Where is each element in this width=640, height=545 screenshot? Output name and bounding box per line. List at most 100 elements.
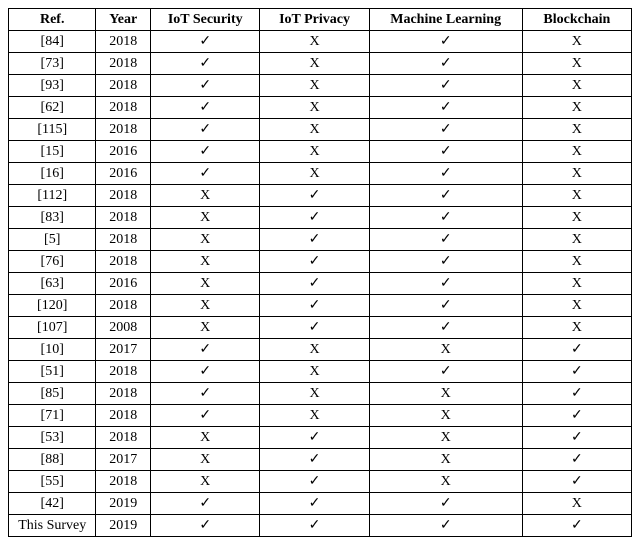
cell-year: 2018: [96, 119, 151, 141]
cell-ml: ✓: [369, 163, 522, 185]
cell-year: 2008: [96, 317, 151, 339]
cell-year: 2018: [96, 75, 151, 97]
cell-priv: ✓: [260, 185, 369, 207]
cell-sec: X: [151, 251, 260, 273]
table-row: [16]2016✓X✓X: [9, 163, 632, 185]
table-row: [85]2018✓XX✓: [9, 383, 632, 405]
cell-sec: ✓: [151, 75, 260, 97]
cell-bc: X: [522, 163, 631, 185]
cell-ml: ✓: [369, 75, 522, 97]
table-row: [107]2008X✓✓X: [9, 317, 632, 339]
table-row: [42]2019✓✓✓X: [9, 493, 632, 515]
cell-sec: ✓: [151, 361, 260, 383]
table-row: [76]2018X✓✓X: [9, 251, 632, 273]
cell-priv: ✓: [260, 449, 369, 471]
cell-year: 2018: [96, 405, 151, 427]
cell-priv: X: [260, 119, 369, 141]
cell-priv: X: [260, 97, 369, 119]
cell-ml: ✓: [369, 317, 522, 339]
cell-bc: X: [522, 75, 631, 97]
cell-sec: X: [151, 471, 260, 493]
cell-ml: ✓: [369, 493, 522, 515]
cell-priv: ✓: [260, 427, 369, 449]
cell-bc: ✓: [522, 449, 631, 471]
cell-ml: X: [369, 449, 522, 471]
cell-priv: X: [260, 53, 369, 75]
cell-sec: X: [151, 273, 260, 295]
cell-sec: ✓: [151, 383, 260, 405]
cell-priv: ✓: [260, 515, 369, 537]
cell-bc: X: [522, 295, 631, 317]
cell-priv: ✓: [260, 207, 369, 229]
cell-ml: ✓: [369, 97, 522, 119]
cell-bc: X: [522, 207, 631, 229]
cell-ref: [53]: [9, 427, 96, 449]
cell-bc: X: [522, 141, 631, 163]
cell-priv: ✓: [260, 493, 369, 515]
cell-ref: [63]: [9, 273, 96, 295]
cell-ref: [73]: [9, 53, 96, 75]
cell-priv: ✓: [260, 471, 369, 493]
cell-sec: X: [151, 449, 260, 471]
cell-ref: [42]: [9, 493, 96, 515]
cell-bc: X: [522, 119, 631, 141]
cell-priv: ✓: [260, 251, 369, 273]
cell-ml: ✓: [369, 185, 522, 207]
cell-year: 2018: [96, 97, 151, 119]
cell-ref: [51]: [9, 361, 96, 383]
cell-ref: [5]: [9, 229, 96, 251]
cell-bc: X: [522, 229, 631, 251]
cell-ref: [62]: [9, 97, 96, 119]
cell-sec: ✓: [151, 53, 260, 75]
cell-year: 2018: [96, 295, 151, 317]
table-row: [115]2018✓X✓X: [9, 119, 632, 141]
comparison-table: Ref. Year IoT Security IoT Privacy Machi…: [8, 8, 632, 537]
table-row: [5]2018X✓✓X: [9, 229, 632, 251]
cell-priv: X: [260, 339, 369, 361]
cell-ml: X: [369, 339, 522, 361]
cell-ref: [71]: [9, 405, 96, 427]
cell-sec: ✓: [151, 31, 260, 53]
cell-sec: ✓: [151, 141, 260, 163]
cell-ml: ✓: [369, 229, 522, 251]
cell-ml: ✓: [369, 207, 522, 229]
cell-ml: ✓: [369, 515, 522, 537]
cell-priv: X: [260, 75, 369, 97]
cell-priv: ✓: [260, 295, 369, 317]
cell-ml: ✓: [369, 251, 522, 273]
cell-ref: [15]: [9, 141, 96, 163]
cell-bc: ✓: [522, 405, 631, 427]
cell-sec: ✓: [151, 493, 260, 515]
cell-ref: [120]: [9, 295, 96, 317]
table-row: [71]2018✓XX✓: [9, 405, 632, 427]
cell-ml: ✓: [369, 273, 522, 295]
cell-year: 2019: [96, 515, 151, 537]
cell-ml: X: [369, 471, 522, 493]
table-row: [10]2017✓XX✓: [9, 339, 632, 361]
table-row: [83]2018X✓✓X: [9, 207, 632, 229]
table-row: [63]2016X✓✓X: [9, 273, 632, 295]
cell-priv: X: [260, 361, 369, 383]
table-row: [62]2018✓X✓X: [9, 97, 632, 119]
cell-sec: ✓: [151, 515, 260, 537]
cell-ml: X: [369, 383, 522, 405]
cell-ml: ✓: [369, 119, 522, 141]
table-row: [73]2018✓X✓X: [9, 53, 632, 75]
cell-sec: X: [151, 207, 260, 229]
cell-sec: ✓: [151, 163, 260, 185]
cell-year: 2018: [96, 207, 151, 229]
table-row: This Survey2019✓✓✓✓: [9, 515, 632, 537]
table-row: [15]2016✓X✓X: [9, 141, 632, 163]
col-priv: IoT Privacy: [260, 9, 369, 31]
cell-sec: ✓: [151, 97, 260, 119]
cell-year: 2018: [96, 53, 151, 75]
cell-sec: ✓: [151, 119, 260, 141]
cell-ref: [93]: [9, 75, 96, 97]
col-ref: Ref.: [9, 9, 96, 31]
cell-priv: X: [260, 383, 369, 405]
cell-bc: X: [522, 251, 631, 273]
cell-bc: X: [522, 31, 631, 53]
cell-ml: X: [369, 427, 522, 449]
cell-year: 2017: [96, 449, 151, 471]
cell-year: 2018: [96, 229, 151, 251]
